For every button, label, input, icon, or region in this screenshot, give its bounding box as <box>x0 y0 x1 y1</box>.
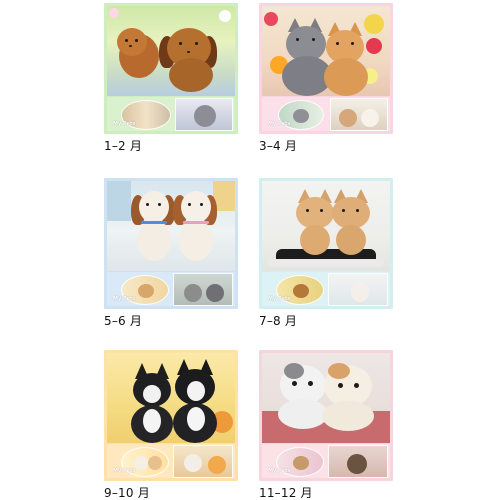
thumbnail-puppy <box>328 273 388 306</box>
card-label: 11–12 月 <box>259 486 313 500</box>
thumbnail-strip: My Pets <box>107 272 235 306</box>
thumbnail-puppies <box>330 98 388 131</box>
thumbnail-strip: My Pets <box>107 97 235 131</box>
main-photo <box>107 6 235 96</box>
thumbnail-strip: My Pets <box>262 97 390 131</box>
calendar-preview-grid: My Pets 1–2 月 My Pets 3–4 月 My Pets 5–6 … <box>0 0 500 500</box>
thumbnail-puppy <box>328 445 388 478</box>
my-pets-badge: My Pets <box>113 468 136 474</box>
card-label: 9–10 月 <box>104 486 150 500</box>
thumbnail-kittens <box>173 273 233 306</box>
thumbnail-kitten <box>175 98 233 131</box>
card-label: 5–6 月 <box>104 314 143 328</box>
thumbnail-strip: My Pets <box>107 444 235 478</box>
calendar-card-jul-aug: My Pets <box>259 178 393 309</box>
thumbnail-strip: My Pets <box>262 444 390 478</box>
card-label: 3–4 月 <box>259 139 298 153</box>
main-photo <box>107 181 235 271</box>
calendar-card-mar-apr: My Pets <box>259 3 393 134</box>
main-photo <box>262 6 390 96</box>
calendar-card-may-jun: My Pets <box>104 178 238 309</box>
thumbnail-kitten <box>173 445 233 478</box>
my-pets-badge: My Pets <box>268 121 291 127</box>
my-pets-badge: My Pets <box>268 468 291 474</box>
card-label: 7–8 月 <box>259 314 298 328</box>
main-photo <box>262 181 390 271</box>
my-pets-badge: My Pets <box>113 121 136 127</box>
my-pets-badge: My Pets <box>113 296 136 302</box>
card-label: 1–2 月 <box>104 139 143 153</box>
calendar-card-sep-oct: My Pets <box>104 350 238 481</box>
thumbnail-strip: My Pets <box>262 272 390 306</box>
main-photo <box>262 353 390 443</box>
main-photo <box>107 353 235 443</box>
calendar-card-jan-feb: My Pets <box>104 3 238 134</box>
calendar-card-nov-dec: My Pets <box>259 350 393 481</box>
my-pets-badge: My Pets <box>268 296 291 302</box>
